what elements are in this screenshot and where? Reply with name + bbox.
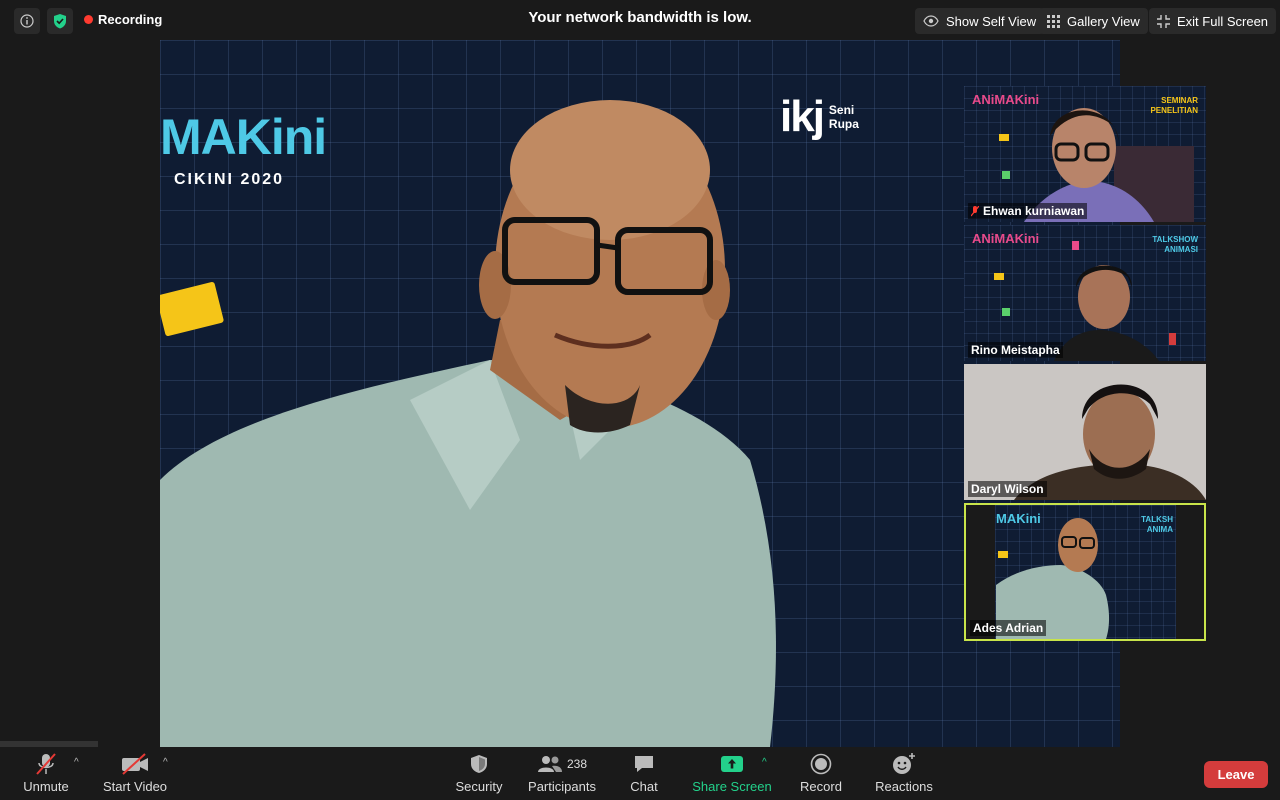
security-label: Security (455, 779, 503, 794)
video-off-icon (122, 753, 148, 775)
participant-person-illustration (999, 108, 1194, 222)
shield-icon (471, 755, 487, 773)
security-button[interactable]: Security (434, 753, 524, 794)
leave-button[interactable]: Leave (1204, 761, 1268, 788)
share-screen-label: Share Screen (692, 779, 772, 794)
show-self-view-label: Show Self View (946, 13, 1037, 29)
share-options-caret-icon[interactable]: ^ (762, 757, 767, 768)
top-bar: Recording Your network bandwidth is low.… (0, 0, 1280, 40)
chat-button[interactable]: Chat (599, 753, 689, 794)
record-label: Record (800, 779, 842, 794)
participant-tile[interactable]: ANiMAKini TALKSHOW ANIMASI Rino Meistaph… (964, 225, 1206, 361)
participants-label: Participants (528, 779, 596, 794)
participant-name-tag: Ehwan kurniawan (968, 203, 1088, 219)
chat-bubble-icon (635, 756, 653, 772)
participants-button[interactable]: 238 Participants (517, 753, 607, 794)
participant-tile[interactable]: Daryl Wilson (964, 364, 1206, 500)
exit-full-screen-button[interactable]: Exit Full Screen (1149, 8, 1277, 34)
record-button[interactable]: Record (776, 753, 866, 794)
start-video-label: Start Video (102, 779, 168, 794)
grid-icon (1047, 14, 1060, 28)
unmute-label: Unmute (23, 779, 69, 794)
participants-count: 238 (566, 757, 588, 771)
participant-person-illustration (994, 241, 1176, 361)
participant-tile-active-speaker[interactable]: MAKini TALKSH ANIMA Ades Adrian (964, 503, 1206, 641)
reactions-label: Reactions (875, 779, 933, 794)
audio-options-caret-icon[interactable]: ^ (74, 757, 79, 768)
muted-microphone-icon (36, 753, 56, 775)
participant-tile[interactable]: ANiMAKini SEMINAR PENELITIAN Ehwan kurni… (964, 86, 1206, 222)
leave-label: Leave (1217, 767, 1255, 782)
participant-name-tag: Ades Adrian (970, 620, 1047, 636)
participant-name: Ades Adrian (973, 621, 1044, 635)
participant-name: Ehwan kurniawan (983, 204, 1085, 218)
muted-mic-icon (971, 205, 979, 216)
video-options-caret-icon[interactable]: ^ (163, 757, 168, 768)
participant-name: Daryl Wilson (971, 482, 1044, 496)
exit-full-screen-label: Exit Full Screen (1177, 13, 1269, 29)
participants-icon (537, 756, 562, 772)
reactions-smiley-icon (893, 753, 915, 774)
participant-name-tag: Rino Meistapha (968, 342, 1063, 358)
gallery-view-label: Gallery View (1067, 13, 1140, 29)
participant-name-tag: Daryl Wilson (968, 481, 1047, 497)
gallery-view-button[interactable]: Gallery View (1039, 8, 1148, 34)
record-icon (810, 753, 832, 775)
participant-person-illustration (964, 364, 1206, 500)
participant-name: Rino Meistapha (971, 343, 1060, 357)
eye-icon (923, 15, 939, 27)
reactions-button[interactable]: Reactions (859, 753, 949, 794)
show-self-view-button[interactable]: Show Self View (915, 8, 1045, 34)
meeting-toolbar: Unmute ^ Start Video ^ Security 238 Part… (0, 747, 1280, 800)
share-screen-icon (721, 756, 743, 772)
exit-fullscreen-icon (1157, 14, 1170, 28)
chat-label: Chat (630, 779, 658, 794)
